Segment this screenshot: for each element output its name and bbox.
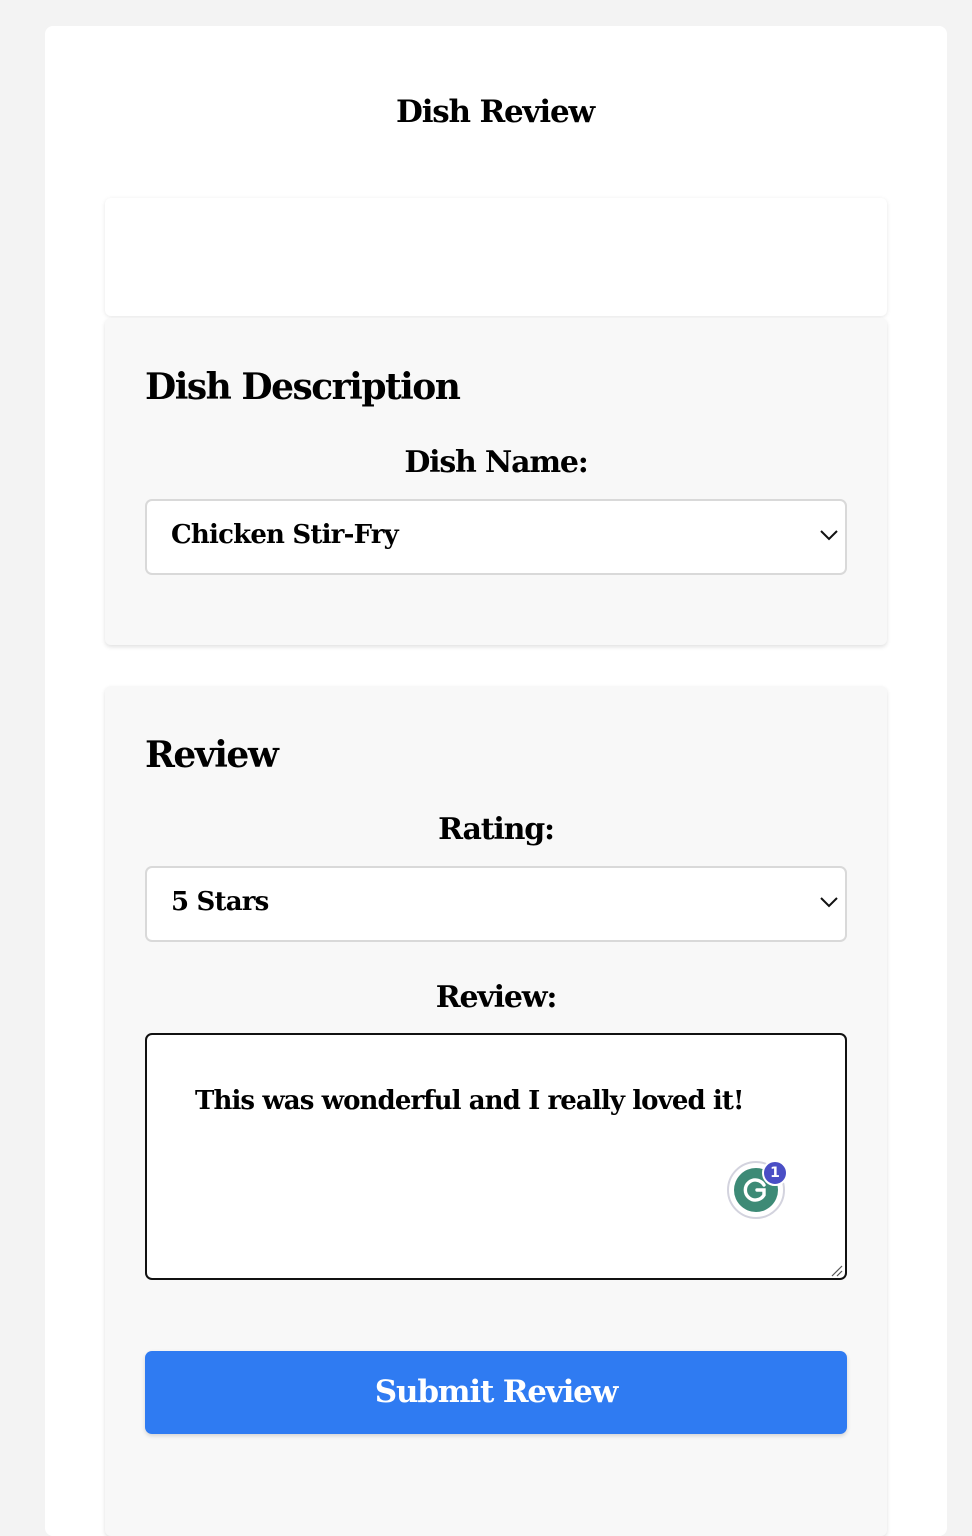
rating-label: Rating:	[438, 812, 555, 847]
rating-selected-value: 5 Stars	[171, 887, 269, 917]
grammarly-suggestion-badge: 1	[762, 1160, 788, 1186]
review-heading: Review	[145, 734, 279, 776]
chevron-down-icon	[819, 527, 839, 543]
review-textarea-content: This was wonderful and I really loved it…	[195, 1086, 744, 1116]
page-title: Dish Review	[396, 94, 595, 130]
chevron-down-icon	[819, 894, 839, 910]
rating-select[interactable]: 5 Stars	[145, 866, 847, 942]
dish-name-selected-value: Chicken Stir-Fry	[171, 520, 399, 550]
resize-handle-icon[interactable]	[829, 1262, 843, 1277]
dish-image-placeholder	[105, 198, 887, 316]
dish-name-label: Dish Name:	[404, 445, 589, 480]
review-section: Review Rating: 5 Stars Review: This was …	[105, 686, 887, 1536]
review-textarea[interactable]: This was wonderful and I really loved it…	[145, 1033, 847, 1280]
dish-description-section: Dish Description Dish Name: Chicken Stir…	[105, 318, 887, 645]
submit-review-button[interactable]: Submit Review	[145, 1351, 847, 1434]
review-text-label: Review:	[435, 980, 558, 1015]
dish-name-select[interactable]: Chicken Stir-Fry	[145, 499, 847, 575]
grammarly-icon[interactable]: 1	[727, 1160, 788, 1219]
dish-description-heading: Dish Description	[145, 366, 461, 408]
